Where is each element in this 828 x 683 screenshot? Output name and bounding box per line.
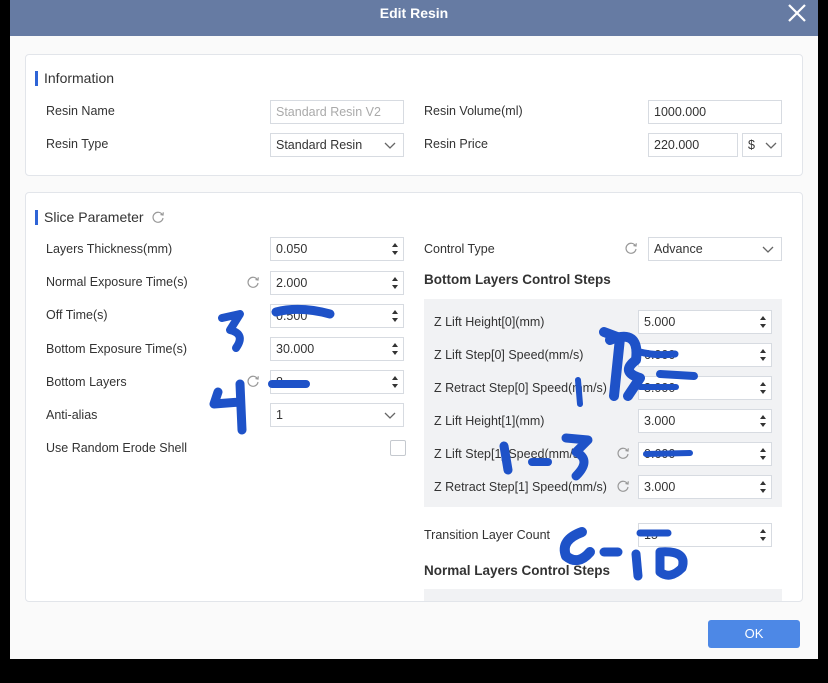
z-retract-speed-1-input[interactable]: 3.000 bbox=[638, 475, 772, 499]
normal-steps-panel bbox=[424, 589, 782, 601]
spin-arrows-icon[interactable] bbox=[759, 479, 767, 495]
layers-thickness-input[interactable]: 0.050 bbox=[270, 237, 404, 261]
currency-select[interactable]: $ bbox=[742, 133, 782, 157]
spin-arrows-icon[interactable] bbox=[759, 347, 767, 363]
spin-arrows-icon[interactable] bbox=[391, 341, 399, 357]
resin-type-select[interactable]: Standard Resin bbox=[270, 133, 404, 157]
spin-arrows-icon[interactable] bbox=[759, 380, 767, 396]
transition-layer-input[interactable]: 15 bbox=[638, 523, 772, 547]
bottom-exposure-label: Bottom Exposure Time(s) bbox=[46, 342, 188, 356]
resin-price-input[interactable]: 220.000 bbox=[648, 133, 738, 157]
spin-arrows-icon[interactable] bbox=[759, 314, 767, 330]
spin-arrows-icon[interactable] bbox=[391, 275, 399, 291]
spin-arrows-icon[interactable] bbox=[391, 308, 399, 324]
z-retract-speed-1-label: Z Retract Step[1] Speed(mm/s) bbox=[434, 480, 607, 494]
bottom-steps-heading: Bottom Layers Control Steps bbox=[424, 272, 611, 287]
slice-parameter-card: Slice Parameter Layers Thickness(mm) 0.0… bbox=[25, 192, 803, 602]
layers-thickness-label: Layers Thickness(mm) bbox=[46, 242, 173, 256]
bottom-exposure-input[interactable]: 30.000 bbox=[270, 337, 404, 361]
chevron-down-icon bbox=[384, 412, 396, 419]
bottom-layers-input[interactable]: 8 bbox=[270, 370, 404, 394]
chevron-down-icon bbox=[762, 246, 774, 253]
close-icon[interactable] bbox=[786, 2, 808, 24]
chevron-down-icon bbox=[384, 142, 396, 149]
refresh-icon[interactable] bbox=[624, 241, 638, 255]
information-card: Information Resin Name Standard Resin V2… bbox=[25, 54, 803, 176]
z-lift-speed-1-label: Z Lift Step[1] Speed(mm/s) bbox=[434, 447, 584, 461]
z-lift-height-0-input[interactable]: 5.000 bbox=[638, 310, 772, 334]
z-lift-height-0-label: Z Lift Height[0](mm) bbox=[434, 315, 545, 329]
z-lift-height-1-input[interactable]: 3.000 bbox=[638, 409, 772, 433]
z-lift-speed-0-input[interactable]: 6.000 bbox=[638, 343, 772, 367]
z-lift-height-1-label: Z Lift Height[1](mm) bbox=[434, 414, 545, 428]
information-heading: Information bbox=[35, 70, 114, 86]
chevron-down-icon bbox=[765, 142, 777, 149]
normal-steps-heading: Normal Layers Control Steps bbox=[424, 563, 611, 578]
resin-name-label: Resin Name bbox=[46, 104, 115, 118]
spin-arrows-icon[interactable] bbox=[391, 241, 399, 257]
resin-name-input[interactable]: Standard Resin V2 bbox=[270, 100, 404, 124]
normal-exposure-label: Normal Exposure Time(s) bbox=[46, 275, 188, 289]
resin-type-label: Resin Type bbox=[46, 137, 109, 151]
resin-price-label: Resin Price bbox=[424, 137, 488, 151]
anti-alias-select[interactable]: 1 bbox=[270, 403, 404, 427]
resin-volume-label: Resin Volume(ml) bbox=[424, 104, 523, 118]
transition-layer-label: Transition Layer Count bbox=[424, 528, 550, 542]
control-type-label: Control Type bbox=[424, 242, 495, 256]
z-retract-speed-0-label: Z Retract Step[0] Speed(mm/s) bbox=[434, 381, 607, 395]
z-lift-speed-1-input[interactable]: 0.600 bbox=[638, 442, 772, 466]
random-erode-checkbox[interactable] bbox=[390, 440, 406, 456]
edit-resin-dialog: Edit Resin Information Resin Name Standa… bbox=[10, 0, 818, 659]
dialog-titlebar: Edit Resin bbox=[10, 0, 818, 36]
random-erode-label: Use Random Erode Shell bbox=[46, 441, 188, 455]
refresh-icon[interactable] bbox=[616, 479, 630, 493]
z-lift-speed-0-label: Z Lift Step[0] Speed(mm/s) bbox=[434, 348, 584, 362]
refresh-icon[interactable] bbox=[616, 446, 630, 460]
normal-exposure-input[interactable]: 2.000 bbox=[270, 271, 404, 295]
spin-arrows-icon[interactable] bbox=[759, 527, 767, 543]
off-time-label: Off Time(s) bbox=[46, 308, 108, 322]
bottom-layers-label: Bottom Layers bbox=[46, 375, 127, 389]
control-type-select[interactable]: Advance bbox=[648, 237, 782, 261]
z-retract-speed-0-input[interactable]: 3.000 bbox=[638, 376, 772, 400]
spin-arrows-icon[interactable] bbox=[391, 374, 399, 390]
spin-arrows-icon[interactable] bbox=[759, 413, 767, 429]
anti-alias-label: Anti-alias bbox=[46, 408, 98, 422]
refresh-icon[interactable] bbox=[246, 275, 260, 289]
dialog-title: Edit Resin bbox=[379, 5, 449, 21]
off-time-input[interactable]: 0.500 bbox=[270, 304, 404, 328]
resin-volume-input[interactable]: 1000.000 bbox=[648, 100, 782, 124]
ok-button[interactable]: OK bbox=[708, 620, 800, 648]
slice-parameter-heading: Slice Parameter bbox=[35, 209, 165, 225]
refresh-icon[interactable] bbox=[151, 210, 165, 224]
refresh-icon[interactable] bbox=[246, 374, 260, 388]
spin-arrows-icon[interactable] bbox=[759, 446, 767, 462]
